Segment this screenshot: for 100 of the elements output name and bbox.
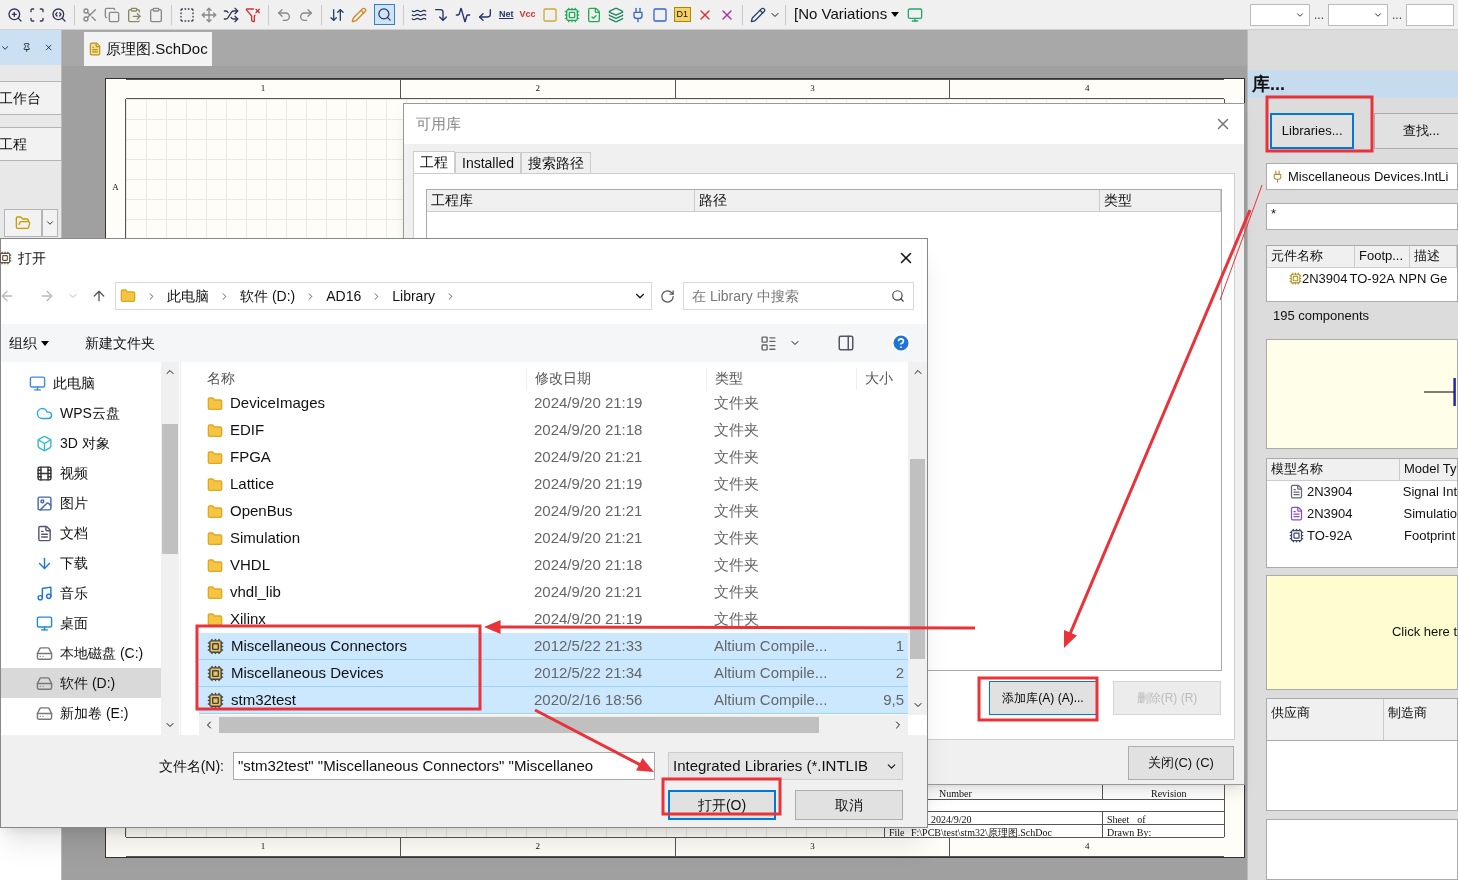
address-bar[interactable]: 此电脑 软件 (D:) AD16 Library bbox=[115, 282, 652, 310]
scrollbar[interactable] bbox=[161, 362, 179, 735]
nav-item[interactable]: 图片 bbox=[1, 488, 161, 518]
file-name-field[interactable]: "stm32test" "Miscellaneous Connectors" "Miscellaneo bbox=[233, 752, 655, 780]
net-label-icon[interactable]: Net bbox=[499, 7, 514, 22]
sheet-icon[interactable] bbox=[585, 6, 602, 23]
column-header[interactable]: 描述 bbox=[1410, 246, 1457, 267]
document-tab[interactable]: 原理图.SchDoc bbox=[84, 32, 212, 66]
tab[interactable]: 搜索路径 bbox=[521, 152, 592, 174]
dropdown[interactable] bbox=[1328, 3, 1388, 26]
breadcrumb[interactable]: Library bbox=[392, 285, 436, 307]
zoom-area-icon[interactable] bbox=[29, 6, 45, 23]
column-header[interactable]: 修改日期 bbox=[526, 368, 706, 390]
power-port-icon[interactable]: Vcc bbox=[519, 7, 536, 22]
column-header[interactable]: 制造商 bbox=[1384, 698, 1457, 740]
signal-icon[interactable] bbox=[455, 6, 471, 23]
open-button[interactable] bbox=[4, 209, 42, 237]
search-button[interactable]: 查找... bbox=[1374, 112, 1458, 149]
caret-icon[interactable] bbox=[891, 12, 900, 17]
component-row[interactable]: 2N3904TO-92A NPN Ge bbox=[1267, 268, 1457, 289]
file-row[interactable]: stm32test 2020/2/16 18:56 Altium Compile... 9,5 bbox=[199, 687, 908, 714]
nav-item[interactable]: 文档 bbox=[1, 518, 161, 548]
search-field[interactable]: 在 Library 中搜索 bbox=[683, 282, 914, 310]
file-row[interactable]: FPGA 2024/9/20 21:21 文件夹 bbox=[199, 444, 908, 471]
up-icon[interactable] bbox=[91, 288, 107, 304]
file-type-dropdown[interactable]: Integrated Libraries (*.INTLIB bbox=[668, 752, 903, 780]
column-header[interactable]: Model Ty bbox=[1400, 458, 1457, 480]
nav-item[interactable]: 软件 (D:) bbox=[1, 668, 161, 698]
dropdown-button[interactable] bbox=[42, 209, 58, 237]
file-row[interactable]: Miscellaneous Devices 2012/5/22 21:34 Altium Compile... 2 bbox=[199, 660, 908, 687]
file-row[interactable]: Xilinx 2024/9/20 21:19 文件夹 bbox=[199, 606, 908, 633]
file-row[interactable]: Miscellaneous Connectors 2012/5/22 21:33 Altium Compile... 1 bbox=[199, 633, 908, 660]
search-icon[interactable] bbox=[374, 4, 395, 25]
file-row[interactable]: VHDL 2024/9/20 21:18 文件夹 bbox=[199, 552, 908, 579]
dropdown[interactable] bbox=[1406, 3, 1454, 26]
search-icon[interactable] bbox=[891, 289, 905, 303]
nav-item[interactable]: 音乐 bbox=[1, 578, 161, 608]
breadcrumb[interactable]: AD16 bbox=[326, 285, 362, 307]
open-button[interactable]: 打开(O) bbox=[668, 790, 776, 820]
panel-button[interactable]: 工作台 bbox=[0, 81, 62, 115]
part-icon[interactable]: D1 bbox=[673, 6, 692, 23]
file-row[interactable]: Simulation 2024/9/20 21:21 文件夹 bbox=[199, 525, 908, 552]
search-icon[interactable] bbox=[51, 6, 67, 23]
nav-item[interactable]: 新加卷 (E:) bbox=[1, 698, 161, 728]
redo-icon[interactable] bbox=[298, 6, 314, 23]
move-icon[interactable] bbox=[201, 6, 217, 23]
clear-filter-icon[interactable] bbox=[245, 6, 261, 23]
supplier-hint-panel[interactable]: Click here t bbox=[1266, 574, 1458, 690]
scrollbar[interactable] bbox=[908, 362, 927, 715]
nav-item[interactable]: WPS云盘 bbox=[1, 398, 161, 428]
monitor-icon[interactable] bbox=[907, 6, 924, 23]
help-icon[interactable] bbox=[891, 333, 911, 353]
column-header[interactable]: 名称 bbox=[199, 368, 526, 390]
caret-icon[interactable] bbox=[41, 340, 49, 346]
breadcrumb[interactable]: 软件 (D:) bbox=[240, 285, 296, 307]
variations-dropdown[interactable]: [No Variations bbox=[790, 3, 904, 26]
undo-icon[interactable] bbox=[276, 6, 292, 23]
shuffle-icon[interactable] bbox=[223, 6, 239, 23]
zoom-icon[interactable] bbox=[7, 6, 23, 23]
scissors-icon[interactable] bbox=[82, 6, 98, 23]
file-row[interactable]: EDIF 2024/9/20 21:18 文件夹 bbox=[199, 417, 908, 444]
nav-item[interactable]: 下载 bbox=[1, 548, 161, 578]
view-icon[interactable] bbox=[760, 334, 777, 352]
paste-icon[interactable] bbox=[126, 6, 142, 23]
column-header[interactable]: 类型 bbox=[706, 368, 856, 390]
panel-button[interactable]: 工程 bbox=[0, 127, 62, 161]
close-button[interactable]: 关闭(C) (C) bbox=[1128, 746, 1234, 780]
dialog-button[interactable]: 添加库(A) (A)... bbox=[989, 681, 1097, 715]
tab[interactable]: 工程 bbox=[413, 151, 455, 173]
organize-menu[interactable]: 组织 bbox=[9, 332, 49, 354]
scrollbar[interactable] bbox=[199, 715, 908, 735]
nav-item[interactable]: 视频 bbox=[1, 458, 161, 488]
column-header[interactable]: 路径 bbox=[695, 190, 1100, 211]
model-row[interactable]: 2N3904 Signal Int bbox=[1267, 480, 1457, 503]
nav-item[interactable]: 本地磁盘 (C:) bbox=[1, 638, 161, 668]
file-row[interactable]: OpenBus 2024/9/20 21:21 文件夹 bbox=[199, 498, 908, 525]
nav-item[interactable]: 3D 对象 bbox=[1, 428, 161, 458]
tab[interactable]: Installed bbox=[455, 152, 522, 174]
library-dropdown[interactable]: Miscellaneous Devices.IntLi bbox=[1266, 163, 1458, 190]
forward-icon[interactable] bbox=[39, 288, 55, 304]
chip-icon[interactable] bbox=[563, 6, 580, 23]
new-folder-button[interactable]: 新建文件夹 bbox=[85, 332, 155, 354]
column-header[interactable]: 工程库 bbox=[427, 190, 695, 211]
copy-icon[interactable] bbox=[104, 6, 120, 23]
pencil-icon[interactable] bbox=[750, 6, 767, 23]
file-row[interactable]: Lattice 2024/9/20 21:19 文件夹 bbox=[199, 471, 908, 498]
model-row[interactable]: TO-92A Footprint bbox=[1267, 524, 1457, 547]
nav-item[interactable]: 此电脑 bbox=[1, 368, 161, 398]
column-header[interactable]: Footp... bbox=[1355, 246, 1410, 267]
filter-field[interactable]: * bbox=[1266, 203, 1458, 230]
nav-item[interactable]: 桌面 bbox=[1, 608, 161, 638]
file-row[interactable]: DeviceImages 2024/9/20 21:19 文件夹 bbox=[199, 390, 908, 417]
sort-icon[interactable] bbox=[329, 6, 345, 23]
select-icon[interactable] bbox=[179, 6, 195, 23]
column-header[interactable]: 供应商 bbox=[1267, 698, 1384, 740]
breadcrumb[interactable]: 此电脑 bbox=[167, 285, 209, 307]
libraries-button[interactable]: Libraries... bbox=[1270, 112, 1355, 149]
preview-pane-icon[interactable] bbox=[837, 334, 855, 352]
file-row[interactable]: vhdl_lib 2024/9/20 21:21 文件夹 bbox=[199, 579, 908, 606]
clipboard-icon[interactable] bbox=[148, 6, 164, 23]
